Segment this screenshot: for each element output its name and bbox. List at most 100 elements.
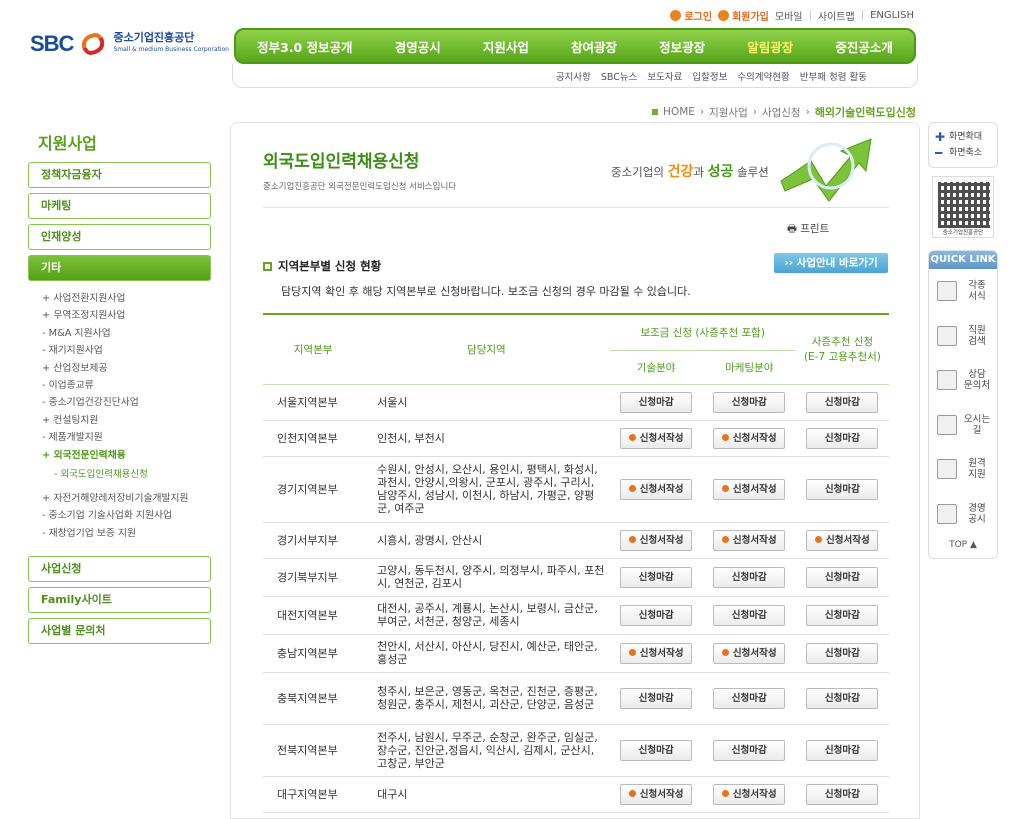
subnav-item[interactable]: 수의계약현황: [737, 69, 789, 83]
gnb-item-participation[interactable]: 참여광장: [571, 37, 617, 56]
subnav-item[interactable]: 반부패 청렴 활동: [800, 69, 867, 83]
apply-form-button[interactable]: 신청서작성: [620, 427, 693, 449]
sidebar-item-current[interactable]: - 외국도입인력채용신청: [42, 464, 211, 490]
gnb-item-about[interactable]: 중진공소개: [835, 37, 893, 56]
section-title: 지역본부별 신청 현황: [263, 258, 381, 274]
button-label: 신청마감: [638, 609, 674, 621]
button-label: 신청마감: [824, 571, 860, 583]
sidebar-item[interactable]: + 무역조정지원사업: [42, 307, 211, 324]
closed-button[interactable]: 신청마감: [713, 739, 786, 761]
breadcrumb-item[interactable]: 사업신청: [762, 105, 801, 120]
sidebar-item[interactable]: - 중소기업 기술사업화 지원사업: [42, 507, 211, 524]
chevron-right-icon: ›: [752, 106, 757, 118]
button-label: 신청마감: [638, 396, 674, 408]
sub-nav: 공지사항 SBC뉴스 보도자료 입찰정보 수의계약현황 반부패 청렴 활동: [232, 64, 918, 88]
quick-link-staff[interactable]: 직원 검색: [929, 314, 997, 359]
apply-form-button[interactable]: 신청서작성: [620, 478, 693, 500]
closed-button[interactable]: 신청마감: [806, 427, 879, 449]
closed-button[interactable]: 신청마감: [713, 604, 786, 626]
sidebar-item[interactable]: + 산업정보제공: [42, 360, 211, 377]
content-header: 외국도입인력채용신청 중소기업진흥공단 외국전문인력도입신청 서비스입니다: [263, 147, 456, 192]
quick-link-directions[interactable]: 오시는 길: [929, 403, 997, 448]
business-guide-button[interactable]: ›› 사업안내 바로가기: [774, 253, 888, 273]
sidebar-group-etc[interactable]: 기타: [28, 255, 211, 281]
closed-button[interactable]: 신청마감: [806, 783, 879, 805]
bullet-icon: [721, 433, 729, 441]
apply-form-button[interactable]: 신청서작성: [713, 427, 786, 449]
sidebar-apply[interactable]: 사업신청: [28, 556, 211, 583]
apply-form-button[interactable]: 신청서작성: [620, 529, 693, 551]
document-icon: [937, 281, 957, 302]
top-button[interactable]: TOP ▲: [929, 536, 997, 558]
closed-button[interactable]: 신청마감: [806, 566, 879, 588]
sidebar-item[interactable]: - 제품개발지원: [42, 429, 211, 446]
zoom-out-button[interactable]: ━ 화면축소: [935, 145, 991, 161]
closed-button[interactable]: 신청마감: [620, 604, 693, 626]
sidebar-item[interactable]: - 재창업기업 보증 지원: [42, 525, 211, 542]
closed-button[interactable]: 신청마감: [713, 566, 786, 588]
sidebar-item-foreign-talent[interactable]: + 외국전문인력채용: [42, 447, 211, 464]
sidebar-item[interactable]: + 사업전환지원사업: [42, 290, 211, 307]
quick-link-remote[interactable]: 원격 지원: [929, 447, 997, 492]
gnb-item-gov30[interactable]: 정부3.0 정보공개: [257, 37, 353, 56]
mobile-link[interactable]: 모바일: [775, 8, 803, 23]
sidebar-item[interactable]: - M&A 지원사업: [42, 325, 211, 342]
apply-form-button[interactable]: 신청서작성: [620, 783, 693, 805]
subnav-item[interactable]: 보도자료: [647, 69, 682, 83]
subnav-item[interactable]: 입찰정보: [692, 69, 727, 83]
closed-button[interactable]: 신청마감: [620, 566, 693, 588]
logo-name-text: 중소기업진흥공단: [113, 31, 195, 44]
sidebar-group-policy-fund[interactable]: 정책자금융자: [28, 162, 211, 188]
closed-button[interactable]: 신청마감: [620, 739, 693, 761]
site-logo[interactable]: SBC 중소기업진흥공단 Small & medium Business Corp…: [30, 30, 229, 58]
quick-link-forms[interactable]: 각종 서식: [929, 269, 997, 314]
closed-button[interactable]: 신청마감: [806, 739, 879, 761]
sidebar-group-marketing[interactable]: 마케팅: [28, 193, 211, 219]
apply-form-button[interactable]: 신청서작성: [713, 529, 786, 551]
sidebar-sublist: + 사업전환지원사업 + 무역조정지원사업 - M&A 지원사업 - 재기지원사…: [28, 286, 211, 546]
english-link[interactable]: ENGLISH: [870, 10, 914, 21]
gnb-item-info[interactable]: 정보광장: [659, 37, 705, 56]
sidebar-group-talent[interactable]: 인재양성: [28, 224, 211, 250]
login-link[interactable]: 로그인: [670, 8, 712, 23]
closed-button[interactable]: 신청마감: [806, 478, 879, 500]
sidebar-item[interactable]: - 이업종교류: [42, 377, 211, 394]
cell-region: 서울지역본부: [263, 384, 364, 421]
closed-button[interactable]: 신청마감: [713, 391, 786, 413]
subnav-item[interactable]: 공지사항: [556, 69, 591, 83]
apply-form-button[interactable]: 신청서작성: [713, 783, 786, 805]
breadcrumb-item[interactable]: 지원사업: [709, 105, 748, 120]
closed-button[interactable]: 신청마감: [620, 687, 693, 709]
apply-form-button[interactable]: 신청서작성: [806, 529, 879, 551]
sidebar-item[interactable]: + 자전거해양레저장비기술개발지원: [42, 490, 211, 507]
closed-button[interactable]: 신청마감: [806, 604, 879, 626]
print-button[interactable]: 🖶 프린트: [787, 221, 829, 239]
table-row: 충남지역본부 천안시, 서산시, 아산시, 당진시, 예산군, 태안군, 홍성군 신…: [263, 634, 889, 673]
join-link[interactable]: 회원가입: [718, 8, 769, 23]
sidebar-contact[interactable]: 사업별 문의처: [28, 618, 211, 645]
cell-action: 신청마감: [795, 456, 889, 523]
sitemap-link[interactable]: 사이트맵: [818, 8, 855, 23]
zoom-in-button[interactable]: ✚ 화면확대: [935, 129, 991, 145]
apply-form-button[interactable]: 신청서작성: [620, 642, 693, 664]
sidebar-item[interactable]: + 컨설팅지원: [42, 412, 211, 429]
closed-button[interactable]: 신청마감: [713, 687, 786, 709]
apply-form-button[interactable]: 신청서작성: [713, 642, 786, 664]
sidebar-item[interactable]: - 중소기업건강진단사업: [42, 394, 211, 411]
gnb-item-support[interactable]: 지원사업: [483, 37, 529, 56]
cell-action: 신청서작성: [702, 456, 796, 523]
closed-button[interactable]: 신청마감: [806, 391, 879, 413]
breadcrumb-home[interactable]: HOME: [663, 106, 695, 118]
closed-button[interactable]: 신청마감: [620, 391, 693, 413]
subnav-item[interactable]: SBC뉴스: [601, 69, 638, 83]
quick-link-consult[interactable]: 상담 문의처: [929, 358, 997, 403]
sidebar-family[interactable]: Family사이트: [28, 587, 211, 614]
closed-button[interactable]: 신청마감: [806, 687, 879, 709]
closed-button[interactable]: 신청마감: [806, 642, 879, 664]
gnb-item-notice[interactable]: 알림광장: [747, 37, 793, 56]
apply-form-button[interactable]: 신청서작성: [713, 478, 786, 500]
button-label: 신청마감: [824, 647, 860, 659]
sidebar-item[interactable]: - 재기지원사업: [42, 342, 211, 359]
gnb-item-disclosure[interactable]: 경영공시: [395, 37, 441, 56]
quick-link-disclosure[interactable]: 경영 공시: [929, 492, 997, 537]
